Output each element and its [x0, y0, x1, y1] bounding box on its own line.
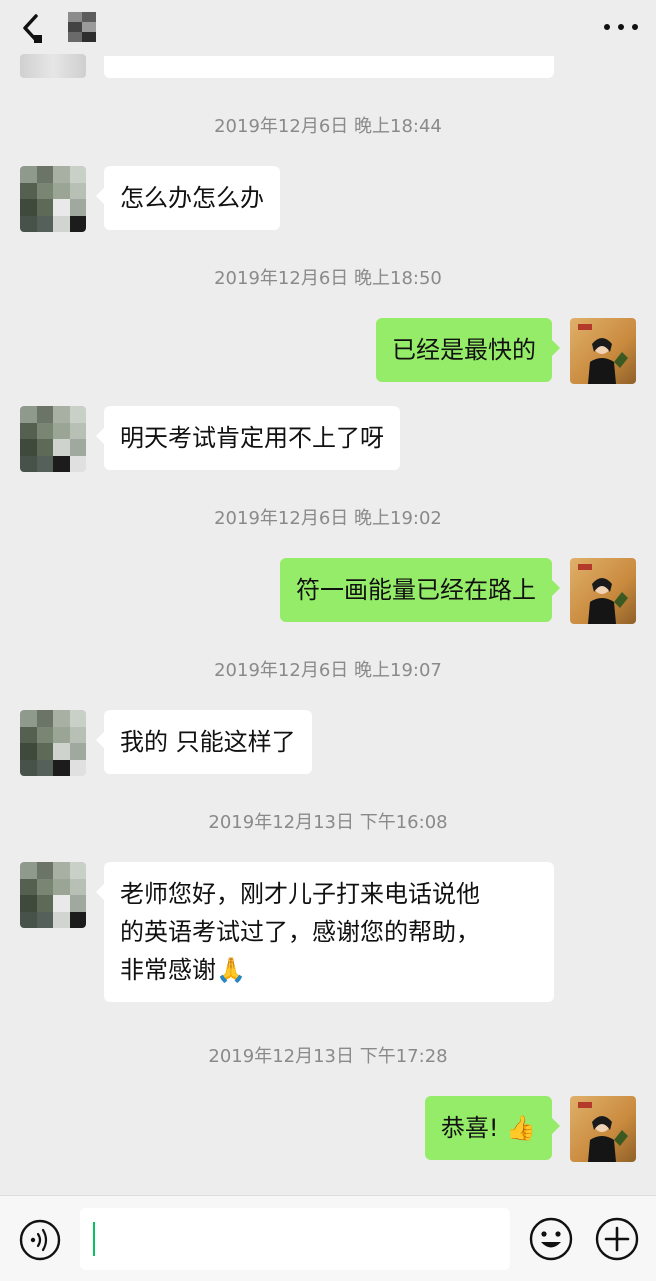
- teacher-avatar-image: [570, 558, 636, 624]
- timestamp: 2019年12月6日 晚上18:50: [214, 268, 442, 289]
- avatar-self[interactable]: [570, 318, 636, 384]
- message-bubble-partial[interactable]: [104, 56, 554, 78]
- timestamp: 2019年12月6日 晚上19:07: [214, 660, 442, 681]
- message-bubble-outgoing[interactable]: 符一画能量已经在路上: [280, 558, 560, 622]
- emoji-smile-icon: [529, 1217, 573, 1261]
- message-list[interactable]: 2019年12月6日 晚上18:44 怎么办怎么办 2019年12月6日 晚上1…: [0, 0, 656, 1195]
- message-bubble-incoming[interactable]: 我的 只能这样了: [96, 710, 312, 774]
- timestamp: 2019年12月6日 晚上18:44: [214, 116, 442, 137]
- more-functions-button[interactable]: [594, 1216, 640, 1262]
- avatar-contact[interactable]: [20, 166, 86, 232]
- avatar-contact[interactable]: [20, 710, 86, 776]
- message-bubble-incoming[interactable]: 明天考试肯定用不上了呀: [96, 406, 400, 470]
- teacher-avatar-image: [570, 318, 636, 384]
- timestamp: 2019年12月13日 下午17:28: [208, 1046, 448, 1067]
- message-bubble-outgoing[interactable]: 恭喜! 👍: [424, 1096, 561, 1160]
- message-input[interactable]: [80, 1208, 510, 1270]
- chat-input-bar: [0, 1195, 656, 1281]
- avatar-contact[interactable]: [20, 862, 86, 928]
- message-text: 恭喜!: [440, 1114, 499, 1142]
- plus-circle-icon: [595, 1217, 639, 1261]
- message-line-text: 非常感谢: [120, 956, 216, 984]
- contact-avatar-image: [20, 406, 86, 472]
- emoji-button[interactable]: [528, 1216, 574, 1262]
- voice-button[interactable]: [18, 1218, 62, 1262]
- message-bubble-outgoing[interactable]: 已经是最快的: [376, 318, 560, 382]
- avatar-self[interactable]: [570, 558, 636, 624]
- thumbs-up-emoji-icon: 👍: [506, 1114, 536, 1142]
- contact-avatar-image: [20, 862, 86, 928]
- message-line: 老师您好，刚才儿子打来电话说他: [120, 880, 480, 908]
- message-line: 非常感谢🙏: [120, 951, 538, 989]
- text-cursor: [93, 1222, 95, 1256]
- pray-hands-emoji-icon: 🙏: [216, 956, 246, 984]
- avatar-contact-partial[interactable]: [20, 54, 86, 78]
- avatar-self[interactable]: [570, 1096, 636, 1162]
- timestamp: 2019年12月13日 下午16:08: [208, 812, 448, 833]
- teacher-avatar-image: [570, 1096, 636, 1162]
- message-bubble-incoming[interactable]: 怎么办怎么办: [96, 166, 280, 230]
- message-line: 的英语考试过了，感谢您的帮助，: [120, 918, 480, 946]
- avatar-contact[interactable]: [20, 406, 86, 472]
- timestamp: 2019年12月6日 晚上19:02: [214, 508, 442, 529]
- voice-icon: [19, 1219, 61, 1261]
- message-bubble-incoming[interactable]: 老师您好，刚才儿子打来电话说他 的英语考试过了，感谢您的帮助， 非常感谢🙏: [96, 862, 554, 1002]
- contact-avatar-image: [20, 166, 86, 232]
- contact-avatar-image: [20, 710, 86, 776]
